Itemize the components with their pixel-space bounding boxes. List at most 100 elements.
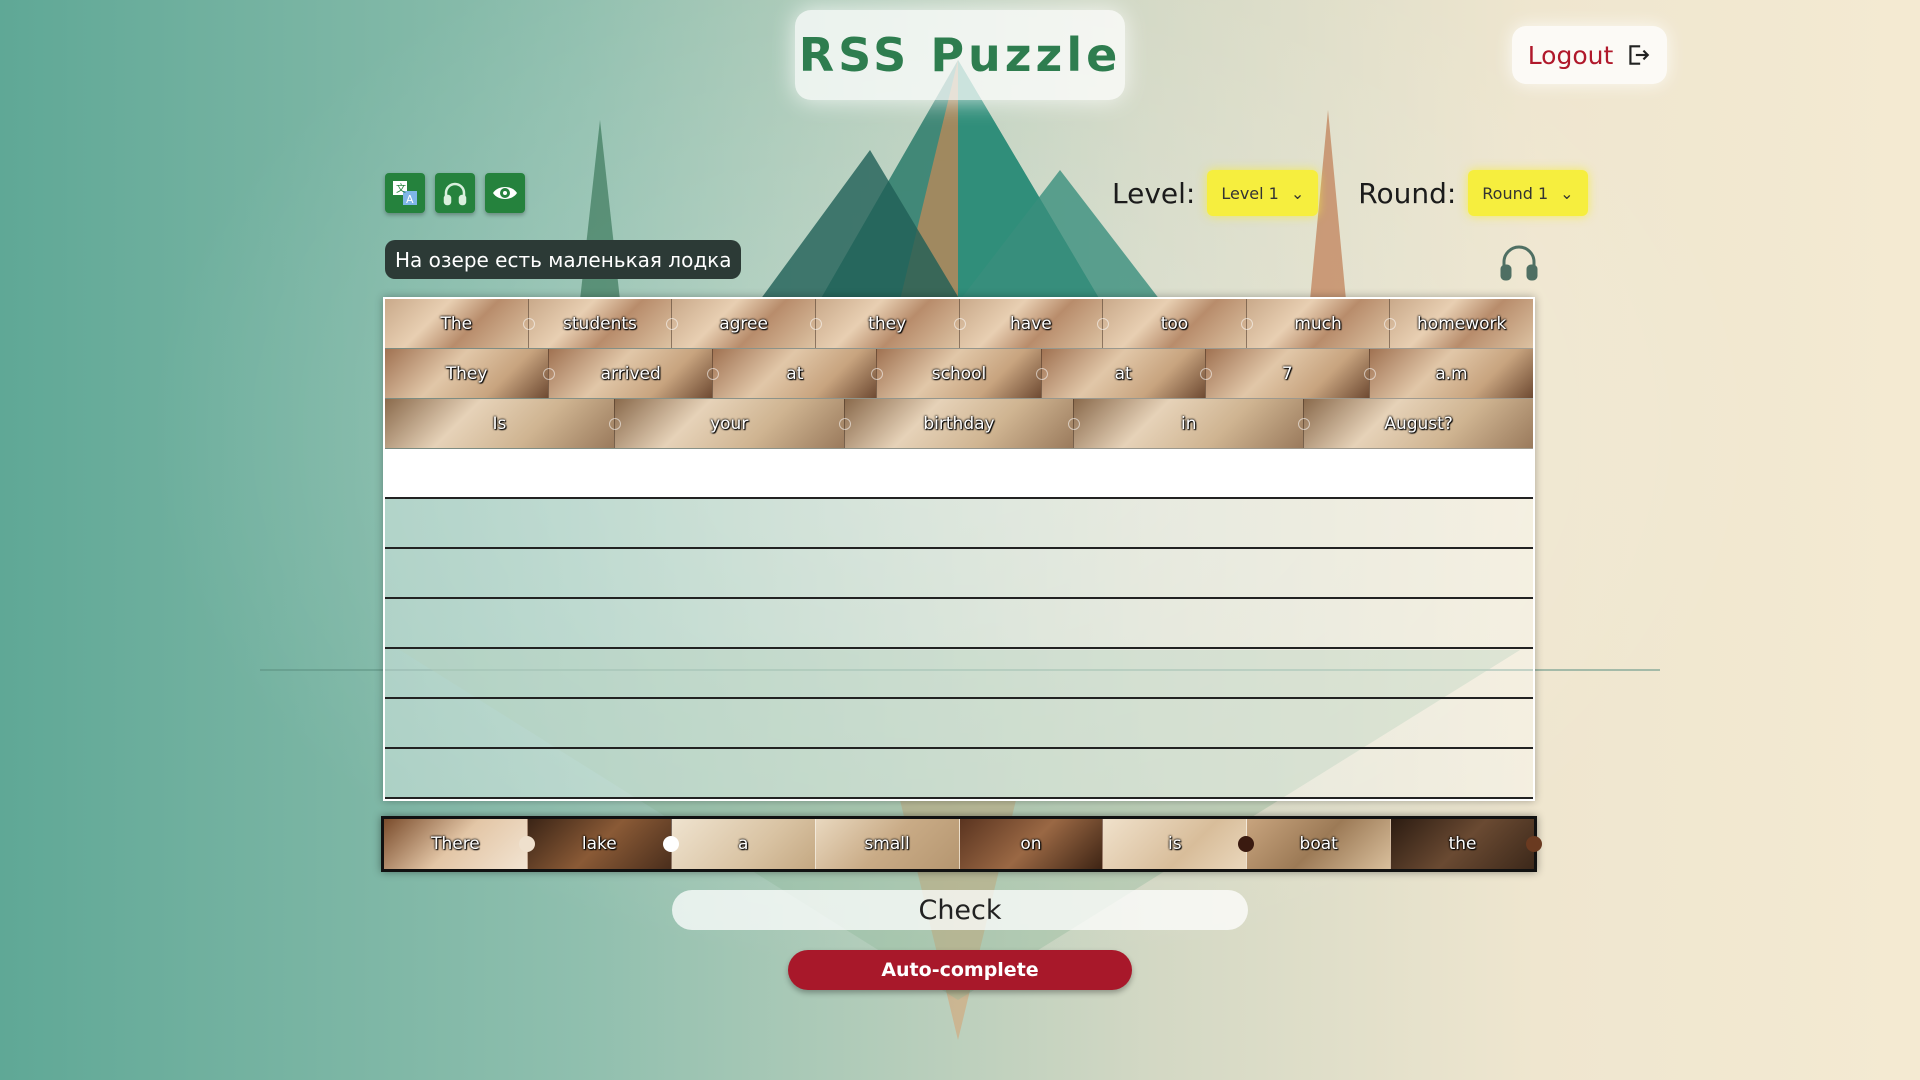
piece-word: The	[440, 313, 473, 334]
piece-word: the	[1448, 834, 1477, 854]
active-sentence-row[interactable]	[385, 449, 1533, 499]
piece-word: they	[868, 313, 907, 334]
puzzle-piece[interactable]: arrived	[543, 349, 714, 398]
piece-connector	[666, 317, 679, 330]
app-title: RSS Puzzle	[798, 28, 1122, 82]
image-hint-button[interactable]	[485, 173, 525, 213]
piece-connector	[871, 367, 884, 380]
puzzle-piece[interactable]: birthday	[838, 399, 1075, 448]
puzzle-piece[interactable]: a.m	[1363, 349, 1533, 398]
svg-text:文: 文	[396, 182, 406, 195]
piece-connector	[1199, 367, 1212, 380]
source-puzzle-piece[interactable]: lake	[527, 819, 679, 869]
puzzle-piece[interactable]: school	[871, 349, 1042, 398]
source-puzzle-piece[interactable]: on	[959, 819, 1104, 869]
puzzle-piece[interactable]: homework	[1384, 299, 1533, 348]
hint-toolbar: 文 A	[385, 173, 525, 213]
empty-sentence-row	[385, 699, 1533, 749]
source-puzzle-piece[interactable]: boat	[1247, 819, 1392, 869]
source-puzzle-piece[interactable]: is	[1103, 819, 1255, 869]
piece-connector	[1298, 417, 1311, 430]
piece-connector	[707, 367, 720, 380]
app-title-box: RSS Puzzle	[795, 10, 1125, 100]
round-value: Round 1	[1482, 183, 1549, 203]
piece-word: in	[1181, 413, 1197, 434]
puzzle-piece[interactable]: Is	[385, 399, 615, 448]
piece-word: have	[1009, 313, 1052, 334]
completed-sentence-row: They arrived at school at 7 a.m	[385, 349, 1533, 399]
piece-connector	[543, 367, 556, 380]
puzzle-piece[interactable]: students	[522, 299, 673, 348]
level-label: Level:	[1112, 176, 1196, 210]
piece-word: agree	[719, 313, 768, 334]
play-audio-icon[interactable]	[1497, 240, 1541, 282]
puzzle-piece[interactable]: August?	[1298, 399, 1533, 448]
empty-sentence-row	[385, 599, 1533, 649]
piece-word: They	[445, 363, 488, 384]
empty-sentence-row	[385, 499, 1533, 549]
piece-word: 7	[1281, 363, 1293, 384]
completed-sentence-row: The students agree they have too much homework	[385, 299, 1533, 349]
piece-word: birthday	[923, 413, 995, 434]
translate-icon: 文 A	[393, 181, 417, 206]
puzzle-piece[interactable]: they	[809, 299, 960, 348]
piece-connector	[1240, 317, 1253, 330]
piece-word: much	[1294, 313, 1342, 334]
piece-connector	[522, 317, 535, 330]
round-select[interactable]: Round 1 ⌄	[1468, 170, 1588, 216]
svg-text:A: A	[406, 193, 414, 206]
source-puzzle-piece[interactable]: the	[1391, 819, 1542, 869]
piece-word: arrived	[600, 363, 661, 384]
puzzle-piece[interactable]: too	[1097, 299, 1247, 348]
puzzle-board: The students agree they have too much homework T…	[383, 297, 1535, 801]
piece-connector	[1097, 317, 1110, 330]
level-select[interactable]: Level 1 ⌄	[1207, 170, 1319, 216]
headphones-icon	[443, 182, 467, 206]
puzzle-piece[interactable]: have	[953, 299, 1104, 348]
piece-word: Is	[492, 413, 507, 434]
source-puzzle-piece[interactable]: There	[384, 819, 535, 869]
translate-hint-button[interactable]: 文 A	[385, 173, 425, 213]
piece-connector	[1068, 417, 1081, 430]
puzzle-piece[interactable]: at	[707, 349, 878, 398]
autocomplete-button[interactable]: Auto-complete	[788, 950, 1132, 990]
puzzle-piece[interactable]: much	[1240, 299, 1391, 348]
piece-connector	[1526, 836, 1542, 852]
piece-connector	[1384, 317, 1397, 330]
source-pieces-block: There lake a small on is boat the	[381, 816, 1542, 872]
piece-word: lake	[581, 834, 617, 854]
logout-icon	[1629, 45, 1650, 65]
piece-connector	[1035, 367, 1048, 380]
piece-connector	[809, 317, 822, 330]
empty-sentence-row	[385, 549, 1533, 599]
puzzle-piece[interactable]: They	[385, 349, 550, 398]
piece-word: is	[1168, 834, 1182, 854]
check-button[interactable]: Check	[672, 890, 1248, 930]
piece-connector	[838, 417, 851, 430]
piece-word: at	[786, 363, 804, 384]
puzzle-piece[interactable]: your	[608, 399, 845, 448]
piece-word: students	[563, 313, 637, 334]
empty-sentence-row	[385, 749, 1533, 799]
piece-connector	[662, 836, 679, 852]
piece-word: a.m	[1435, 363, 1468, 384]
chevron-down-icon: ⌄	[1560, 183, 1574, 203]
puzzle-piece[interactable]: The	[385, 299, 529, 348]
logout-label: Logout	[1527, 40, 1614, 70]
piece-connector	[953, 317, 966, 330]
audio-hint-button[interactable]	[435, 173, 475, 213]
source-puzzle-piece[interactable]: small	[815, 819, 960, 869]
chevron-down-icon: ⌄	[1290, 183, 1305, 203]
source-puzzle-piece[interactable]: a	[671, 819, 816, 869]
piece-connector	[1363, 367, 1376, 380]
empty-sentence-row	[385, 649, 1533, 699]
puzzle-piece[interactable]: agree	[666, 299, 816, 348]
logout-button[interactable]: Logout	[1512, 26, 1667, 84]
puzzle-piece[interactable]: 7	[1199, 349, 1370, 398]
piece-word: a	[737, 834, 749, 854]
piece-connector	[608, 417, 621, 430]
piece-word: homework	[1417, 313, 1507, 334]
round-label: Round:	[1358, 176, 1457, 210]
puzzle-piece[interactable]: at	[1035, 349, 1206, 398]
puzzle-piece[interactable]: in	[1068, 399, 1305, 448]
